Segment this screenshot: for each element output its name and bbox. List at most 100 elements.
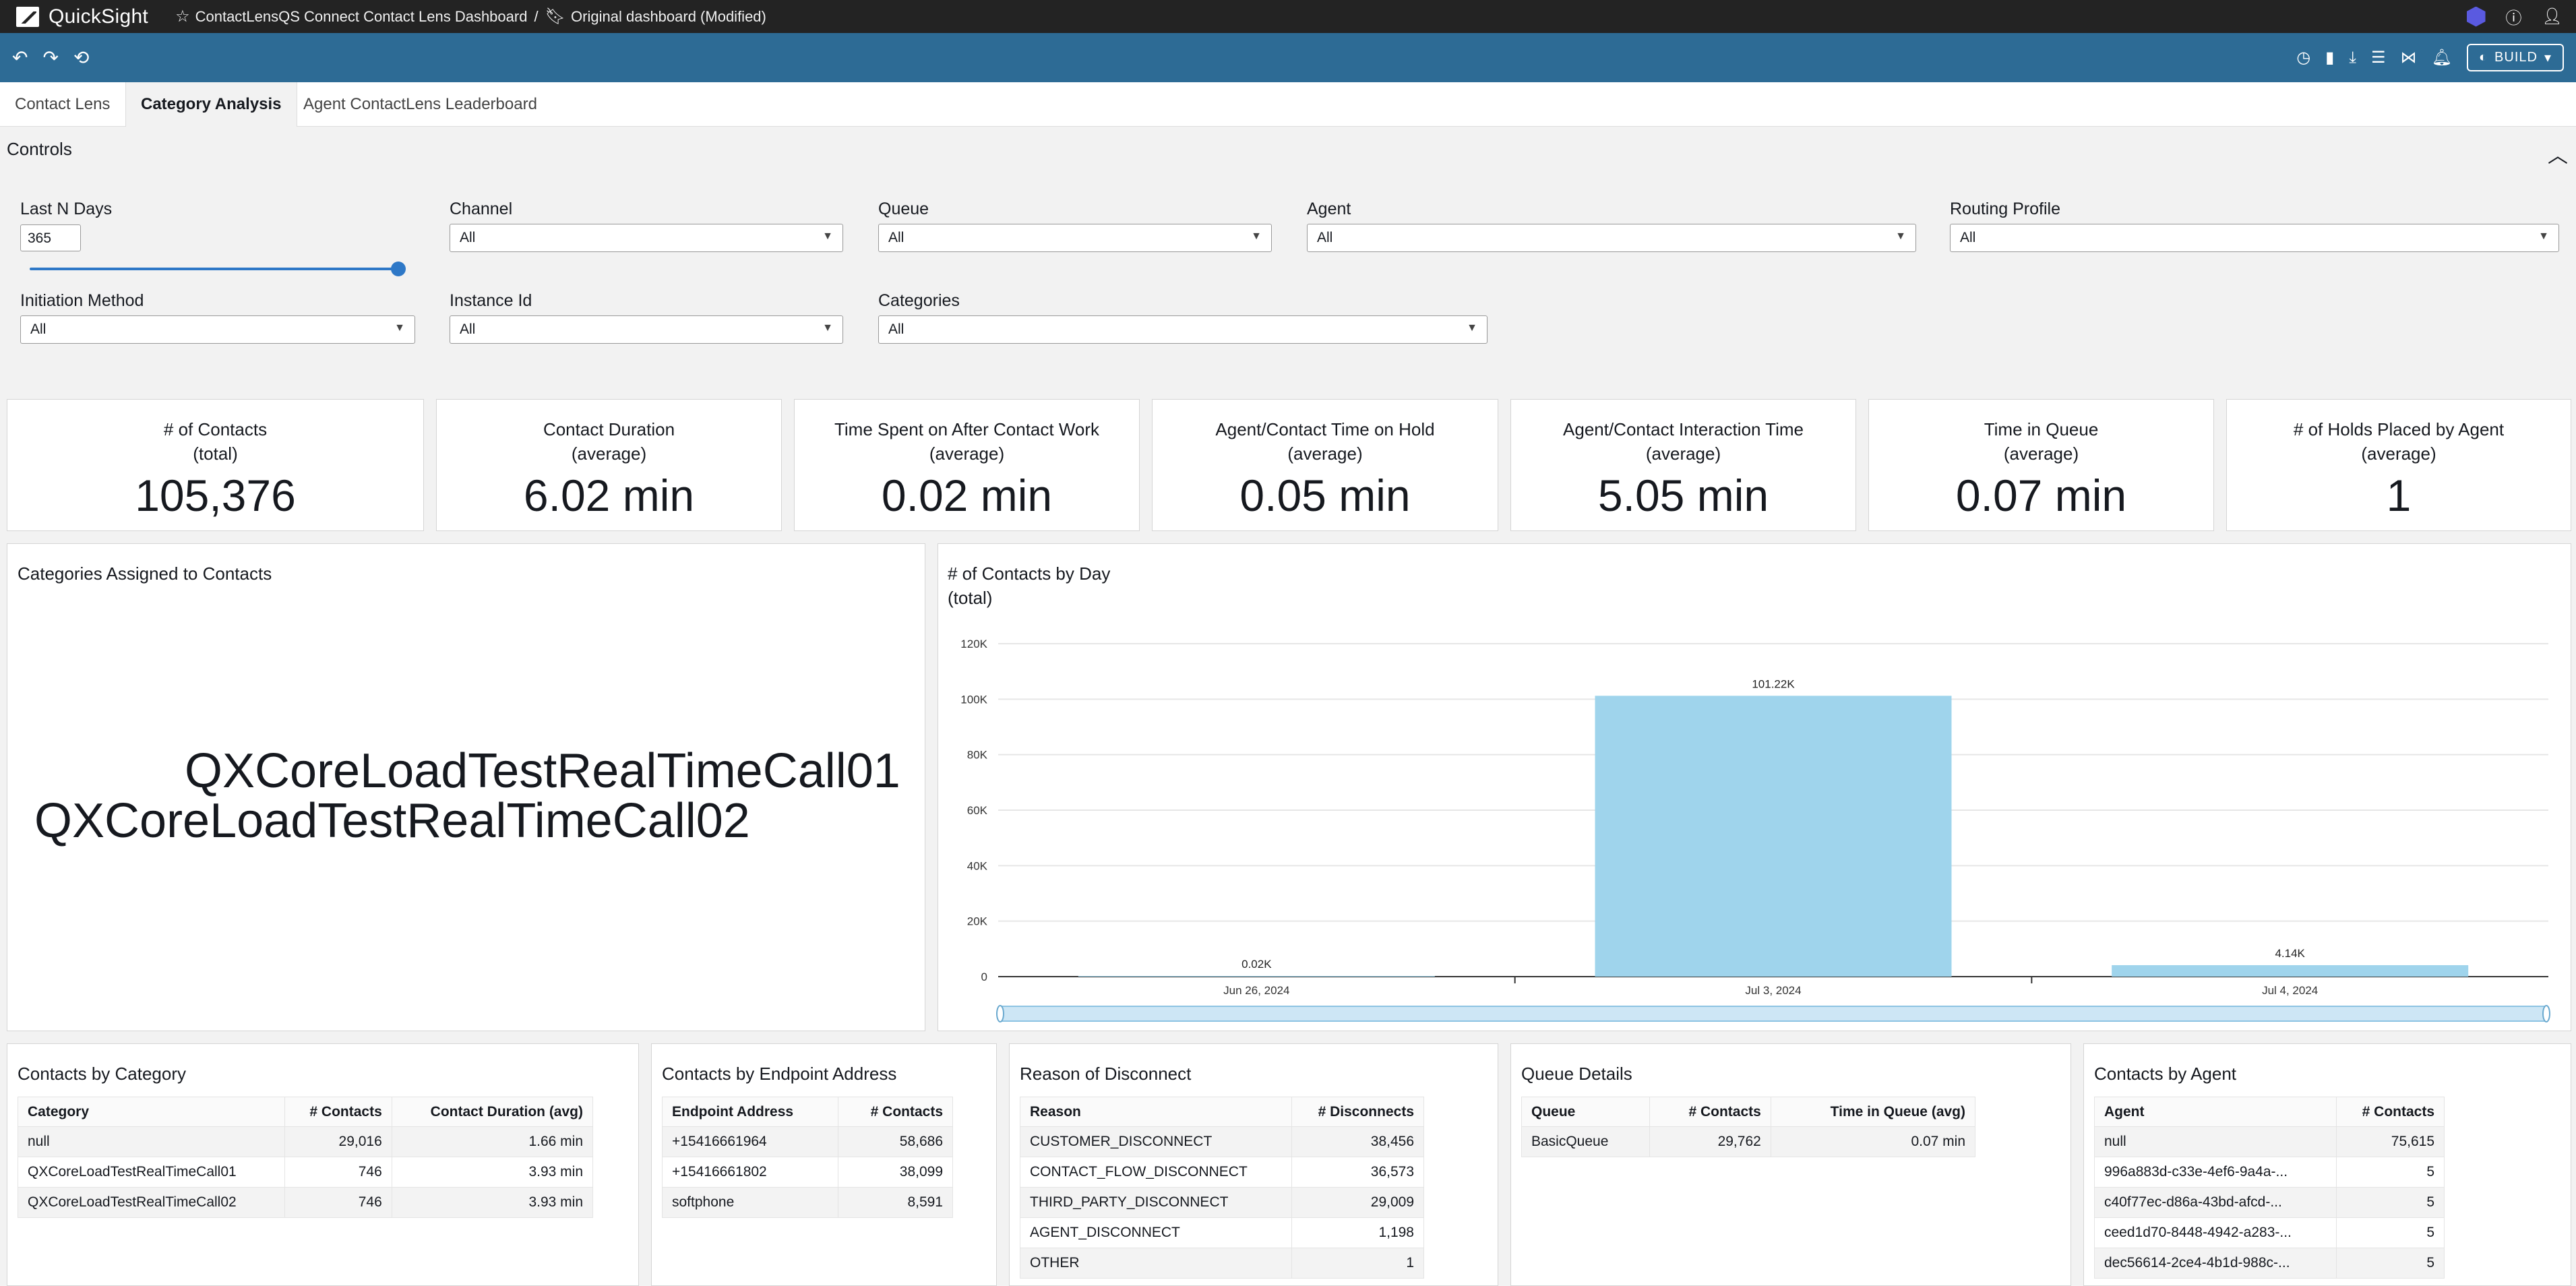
queue-label: Queue — [878, 200, 929, 218]
instance-id-dropdown[interactable]: All ▼ — [450, 315, 843, 344]
download-icon[interactable]: ⤓ — [2349, 49, 2356, 67]
table-row[interactable]: null 75,615 — [2093, 1126, 2445, 1157]
bar[interactable] — [1078, 976, 1435, 977]
column-header[interactable]: Contact Duration (avg) — [391, 1097, 594, 1127]
chevron-down-icon: ▾ — [2544, 51, 2552, 65]
kpi-subtitle: (total) — [193, 443, 238, 464]
schedule-icon[interactable]: ◷ — [2296, 48, 2310, 67]
categories-label: Categories — [878, 291, 960, 310]
table-row[interactable]: +15416661802 38,099 — [662, 1157, 954, 1188]
kpi-card-time-on-hold[interactable]: Agent/Contact Time on Hold (average) 0.05… — [1152, 399, 1498, 531]
chevron-down-icon: ▼ — [2538, 231, 2549, 242]
table-row[interactable]: OTHER 1 — [1020, 1248, 1425, 1279]
chevron-down-icon: ▼ — [394, 322, 405, 334]
table-row[interactable]: 996a883d-c33e-4ef6-9a4a-... 5 — [2093, 1157, 2445, 1188]
table-row[interactable]: +15416661964 58,686 — [662, 1126, 954, 1157]
categories-dropdown[interactable]: All ▼ — [878, 315, 1488, 344]
table-cell: 29,009 — [1291, 1187, 1425, 1218]
kpi-card-time-in-queue[interactable]: Time in Queue (average) 0.07 min — [1868, 399, 2214, 531]
tab-agent-leaderboard[interactable]: Agent ContactLens Leaderboard — [288, 82, 552, 127]
column-header[interactable]: Time in Queue (avg) — [1770, 1097, 1976, 1127]
build-button[interactable]: ◐ BUILD ▾ — [2466, 44, 2564, 71]
table-row[interactable]: null 29,016 1.66 min — [18, 1126, 594, 1157]
table-row[interactable]: CONTACT_FLOW_DISCONNECT 36,573 — [1020, 1157, 1425, 1188]
bar[interactable] — [1595, 696, 1952, 977]
tab-category-analysis[interactable]: Category Analysis — [125, 82, 297, 127]
x-tick-label: Jul 4, 2024 — [2262, 984, 2318, 997]
column-header[interactable]: # Contacts — [2336, 1097, 2445, 1127]
bookmark-toolbar-icon[interactable]: ▮ — [2325, 48, 2334, 67]
table-row[interactable]: QXCoreLoadTestRealTimeCall01 746 3.93 min — [18, 1157, 594, 1188]
star-icon[interactable]: ☆ — [175, 7, 190, 26]
routing-profile-dropdown[interactable]: All ▼ — [1950, 224, 2559, 252]
instance-id-value: All — [460, 322, 476, 337]
slider-handle[interactable] — [391, 262, 406, 276]
undo-icon[interactable]: ↶ — [12, 47, 28, 69]
word-cloud-word[interactable]: QXCoreLoadTestRealTimeCall01 — [185, 743, 900, 799]
range-handle-left[interactable] — [996, 1005, 1004, 1022]
table-row[interactable]: ceed1d70-8448-4942-a283-... 5 — [2093, 1217, 2445, 1248]
quicksight-logo-icon — [16, 6, 39, 27]
contacts-by-day-chart[interactable]: # of Contacts by Day (total) 0 20K 40K 60K 80… — [938, 543, 2571, 1031]
table-row[interactable]: THIRD_PARTY_DISCONNECT 29,009 — [1020, 1187, 1425, 1218]
queue-dropdown[interactable]: All ▼ — [878, 224, 1272, 252]
word-cloud-panel[interactable]: Categories Assigned to Contacts QXCoreLo… — [7, 543, 925, 1031]
column-header[interactable]: # Disconnects — [1291, 1097, 1425, 1127]
table-row[interactable]: BasicQueue 29,762 0.07 min — [1521, 1126, 1976, 1157]
column-header[interactable]: Queue — [1521, 1097, 1650, 1127]
kpi-value: 1 — [2386, 470, 2412, 520]
categories-value: All — [888, 322, 904, 337]
channel-dropdown[interactable]: All ▼ — [450, 224, 843, 252]
initiation-method-dropdown[interactable]: All ▼ — [20, 315, 415, 344]
table-row[interactable]: CUSTOMER_DISCONNECT 38,456 — [1020, 1126, 1425, 1157]
table-cell: c40f77ec-d86a-43bd-afcd-... — [2093, 1187, 2337, 1218]
reset-icon[interactable]: ⟲ — [73, 47, 89, 69]
last-n-days-input[interactable]: 365 — [20, 224, 81, 251]
contacts-by-endpoint-panel: Contacts by Endpoint Address Endpoint Ad… — [651, 1043, 997, 1286]
agent-dropdown[interactable]: All ▼ — [1307, 224, 1916, 252]
tab-contact-lens[interactable]: Contact Lens — [0, 82, 125, 127]
kpi-value: 105,376 — [135, 470, 296, 520]
table-cell: 5 — [2336, 1157, 2445, 1188]
column-header[interactable]: Agent — [2093, 1097, 2337, 1127]
collapse-icon[interactable]: ︿ — [2548, 139, 2568, 169]
panel-title: Contacts by Category — [18, 1064, 187, 1084]
table-row[interactable]: dec56614-2ce4-4b1d-988c-... 5 — [2093, 1248, 2445, 1279]
kpi-card-interaction-time[interactable]: Agent/Contact Interaction Time (average) … — [1510, 399, 1856, 531]
range-handle-right[interactable] — [2542, 1005, 2550, 1022]
app-name: QuickSight — [49, 5, 149, 28]
word-cloud-word[interactable]: QXCoreLoadTestRealTimeCall02 — [34, 793, 750, 849]
table-row[interactable]: c40f77ec-d86a-43bd-afcd-... 5 — [2093, 1187, 2445, 1218]
kpi-card-after-contact-work[interactable]: Time Spent on After Contact Work (average… — [794, 399, 1140, 531]
share-icon[interactable]: ⋈ — [2400, 48, 2416, 67]
table-cell: 58,686 — [837, 1126, 954, 1157]
app-logo[interactable]: QuickSight — [16, 5, 148, 28]
column-header[interactable]: Endpoint Address — [662, 1097, 838, 1127]
column-header[interactable]: Reason — [1020, 1097, 1292, 1127]
chevron-down-icon: ▼ — [822, 322, 833, 334]
kpi-card-holds-placed[interactable]: # of Holds Placed by Agent (average) 1 — [2226, 399, 2571, 531]
redo-icon[interactable]: ↷ — [42, 47, 58, 69]
dashboard-name[interactable]: ContactLensQS Connect Contact Lens Dashb… — [195, 8, 528, 26]
account-hex-icon[interactable] — [2466, 6, 2486, 27]
column-header[interactable]: # Contacts — [837, 1097, 954, 1127]
sheet-tabs: Contact Lens Category Analysis Agent Con… — [0, 82, 2576, 127]
help-icon[interactable]: ⓘ — [2506, 5, 2522, 28]
user-icon[interactable]: 👤︎ — [2542, 7, 2563, 26]
kpi-card-contacts[interactable]: # of Contacts (total) 105,376 — [7, 399, 424, 531]
bar[interactable] — [2112, 964, 2469, 977]
table-row[interactable]: softphone 8,591 — [662, 1187, 954, 1218]
table-cell: BasicQueue — [1521, 1126, 1650, 1157]
table-row[interactable]: QXCoreLoadTestRealTimeCall02 746 3.93 min — [18, 1187, 594, 1218]
kpi-card-contact-duration[interactable]: Contact Duration (average) 6.02 min — [436, 399, 782, 531]
last-n-days-slider[interactable] — [30, 268, 399, 270]
notification-icon[interactable]: 🔔︎ — [2431, 48, 2451, 67]
table-row[interactable]: AGENT_DISCONNECT 1,198 — [1020, 1217, 1425, 1248]
column-header[interactable]: # Contacts — [284, 1097, 392, 1127]
table-cell: 5 — [2336, 1217, 2445, 1248]
column-header[interactable]: # Contacts — [1649, 1097, 1771, 1127]
dataset-icon[interactable]: ☰ — [2371, 48, 2386, 67]
range-scrollbar[interactable] — [998, 1006, 2549, 1022]
dashboard-version[interactable]: Original dashboard (Modified) — [571, 8, 766, 26]
column-header[interactable]: Category — [18, 1097, 285, 1127]
